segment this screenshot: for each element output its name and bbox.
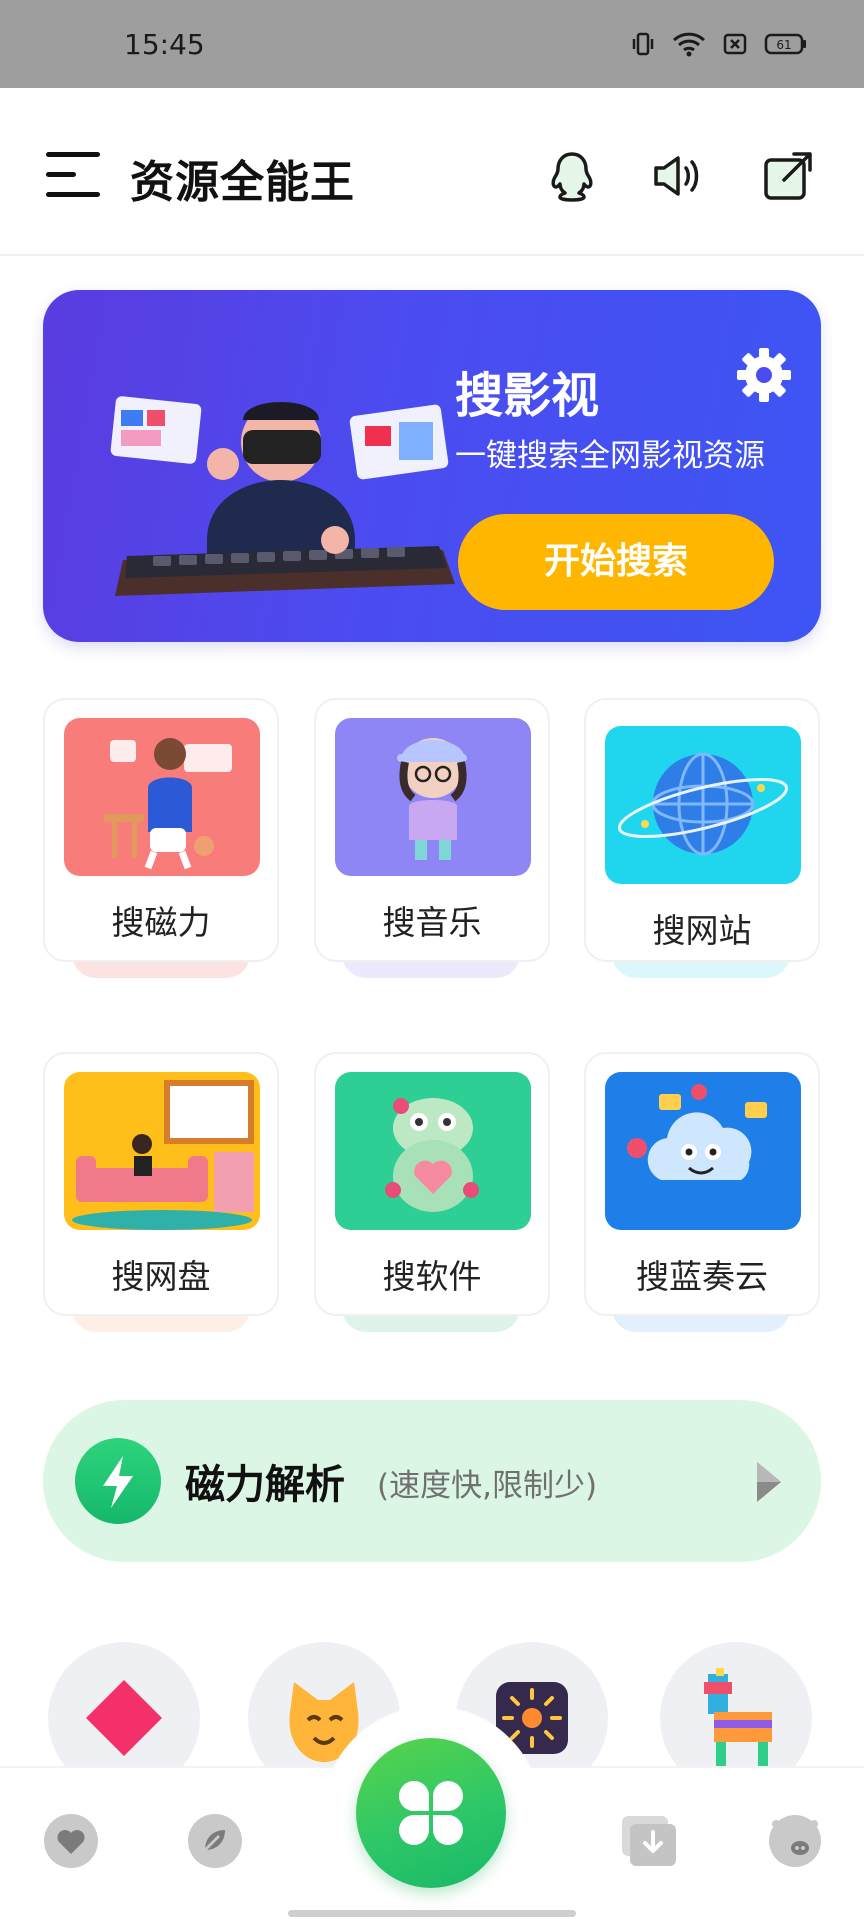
tile-magnet-image (64, 718, 260, 876)
settings-gear-icon[interactable] (735, 346, 793, 404)
tile-cloud-drive[interactable]: 搜网盘 (43, 1052, 279, 1316)
leaf-icon[interactable] (186, 1812, 244, 1870)
tile-software-label: 搜软件 (382, 1257, 482, 1296)
magnet-analyze-title: 磁力解析 (185, 1462, 345, 1508)
clover-icon (399, 1781, 463, 1845)
pig-icon[interactable] (766, 1812, 824, 1870)
tile-music[interactable]: 搜音乐 (314, 698, 550, 962)
robot-heart-illustration (385, 1098, 479, 1212)
center-home-button[interactable] (356, 1738, 506, 1888)
tile-cloud-drive-image (64, 1072, 260, 1230)
tile-magnet-label: 搜磁力 (111, 903, 211, 942)
tile-music-image (335, 718, 531, 876)
qq-penguin-icon[interactable] (544, 148, 600, 204)
wifi-icon (672, 32, 706, 57)
sim-off-icon (723, 33, 747, 55)
vibrate-icon (632, 32, 654, 56)
tile-software[interactable]: 搜软件 (314, 1052, 550, 1316)
video-search-banner[interactable]: 搜影视 一键搜索全网影视资源 开始搜索 (43, 290, 821, 642)
tile-website-label: 搜网站 (652, 911, 752, 950)
menu-button[interactable] (46, 152, 100, 198)
sofa-room-illustration (72, 1080, 254, 1230)
banner-subtitle: 一键搜索全网影视资源 (455, 438, 765, 474)
status-bar: 15:45 61 (0, 0, 864, 88)
tile-software-image (335, 1072, 531, 1230)
app-header: 资源全能王 (0, 88, 864, 256)
globe-icon (617, 752, 789, 856)
menu-bar-icon (46, 192, 100, 197)
tile-lanzou-cloud-label: 搜蓝奏云 (636, 1257, 768, 1296)
banner-title: 搜影视 (455, 368, 600, 424)
speaker-icon[interactable] (650, 148, 706, 204)
share-external-icon[interactable] (760, 148, 816, 204)
start-search-button[interactable]: 开始搜索 (458, 514, 774, 610)
status-icons: 61 (630, 31, 808, 57)
magnet-analyze-bar[interactable]: 磁力解析 (速度快,限制少) (43, 1400, 821, 1562)
tile-lanzou-cloud-image (605, 1072, 801, 1230)
vr-keyboard-illustration (110, 396, 455, 596)
tile-lanzou-cloud[interactable]: 搜蓝奏云 (584, 1052, 820, 1316)
status-time: 15:45 (124, 27, 205, 61)
menu-bar-icon (46, 172, 76, 177)
smiling-cloud-illustration (627, 1084, 767, 1180)
tile-music-label: 搜音乐 (382, 903, 482, 942)
tile-website-image (605, 726, 801, 884)
tile-cloud-drive-label: 搜网盘 (111, 1257, 211, 1296)
menu-bar-icon (46, 152, 100, 157)
tile-magnet[interactable]: 搜磁力 (43, 698, 279, 962)
battery-icon: 61 (764, 33, 806, 55)
heart-icon[interactable] (42, 1812, 100, 1870)
svg-text:61: 61 (776, 38, 791, 52)
tile-website[interactable]: 搜网站 (584, 698, 820, 962)
home-indicator (288, 1910, 576, 1917)
magnet-analyze-note: (速度快,限制少) (377, 1468, 598, 1504)
lightning-icon (75, 1438, 161, 1524)
person-phone-illustration (104, 738, 232, 870)
app-title: 资源全能王 (130, 157, 355, 208)
download-box-icon[interactable] (618, 1812, 680, 1870)
play-arrow-icon (757, 1462, 781, 1502)
girl-cap-illustration (397, 738, 467, 860)
